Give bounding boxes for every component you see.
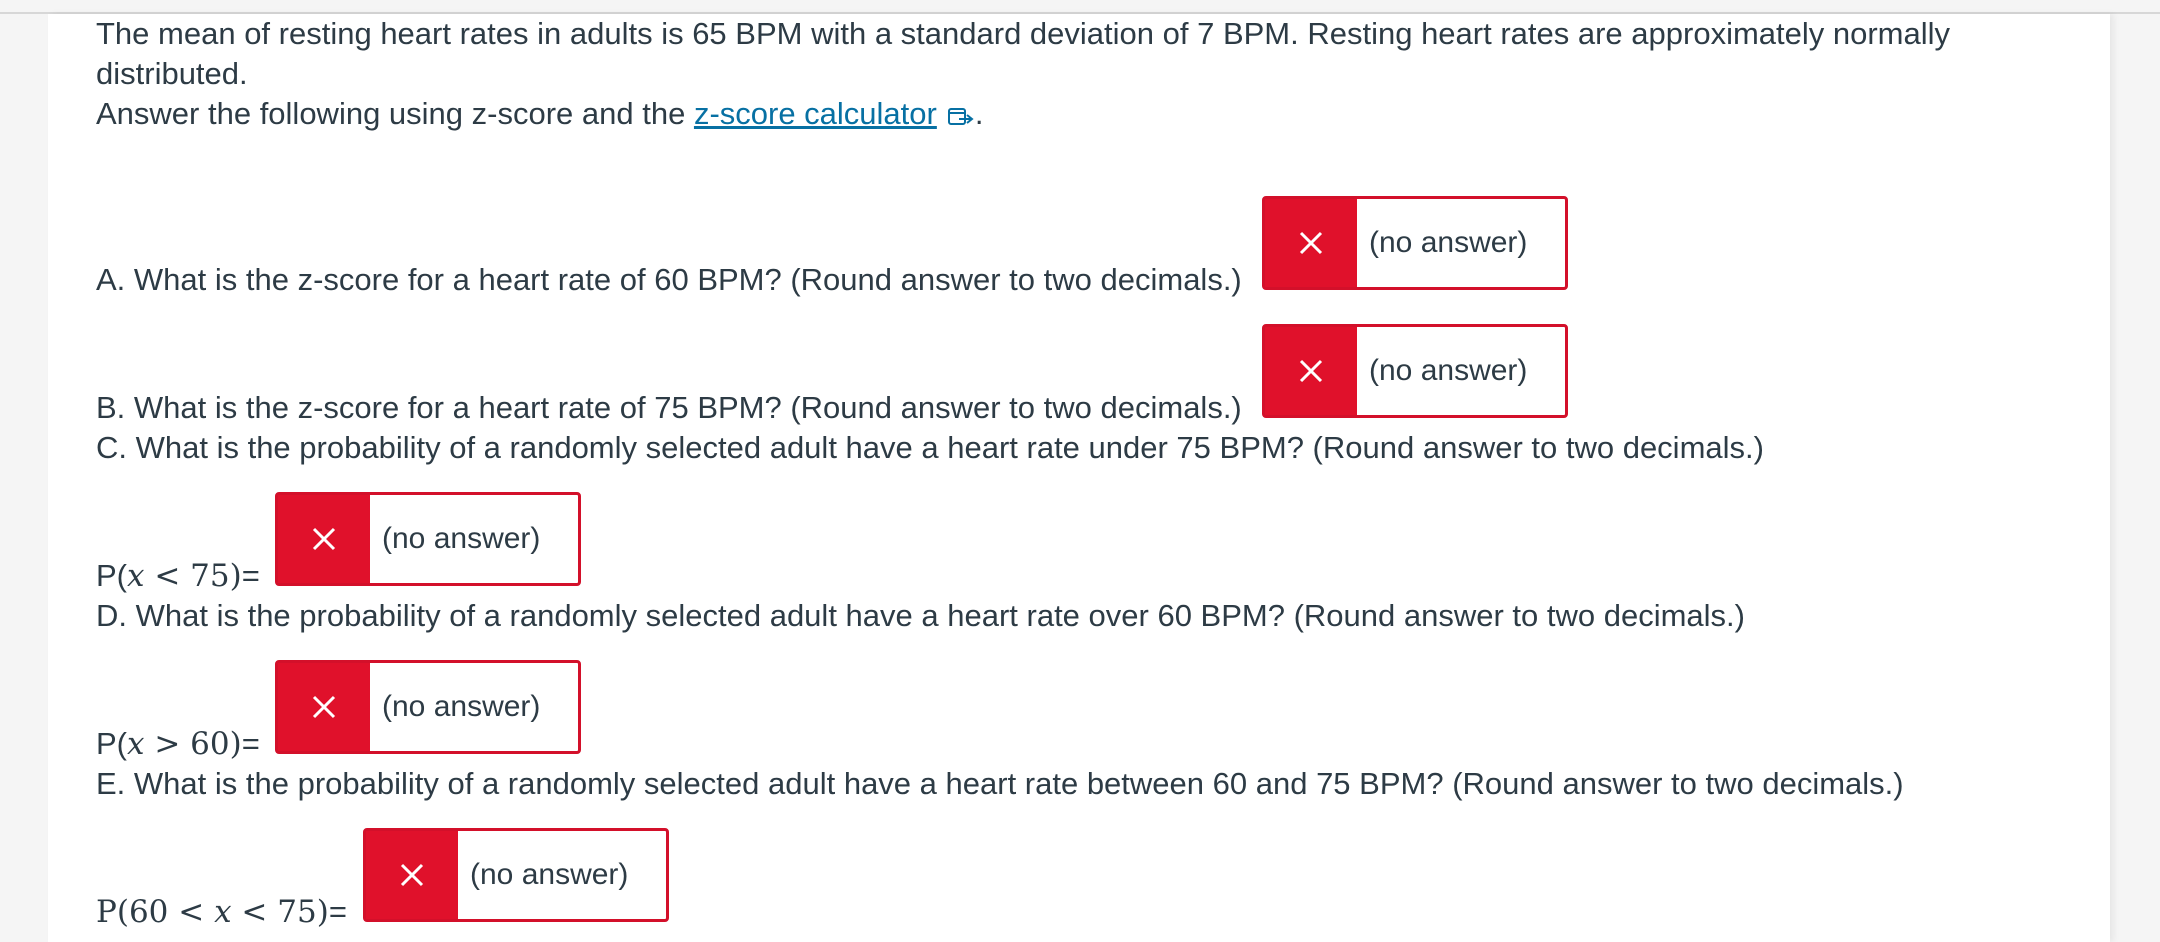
question-c-answer-box[interactable]: (no answer) bbox=[275, 492, 581, 586]
question-c-prob-label: P(x < 75)= bbox=[96, 558, 260, 594]
instruction-line: Answer the following using z-score and t… bbox=[96, 94, 983, 138]
close-icon bbox=[366, 831, 458, 919]
question-panel: The mean of resting heart rates in adult… bbox=[48, 14, 2110, 942]
question-d-answer-value: (no answer) bbox=[382, 690, 541, 723]
question-d-answer-box[interactable]: (no answer) bbox=[275, 660, 581, 754]
close-icon bbox=[278, 663, 370, 751]
question-c-text: C. What is the probability of a randomly… bbox=[96, 430, 1764, 465]
external-link-icon[interactable] bbox=[947, 98, 975, 138]
question-a-answer-value: (no answer) bbox=[1369, 226, 1528, 259]
question-a-answer-box[interactable]: (no answer) bbox=[1262, 196, 1568, 290]
question-e-prob-label: P(60 < x < 75)= bbox=[96, 894, 347, 930]
question-e-answer-value: (no answer) bbox=[470, 858, 629, 891]
question-b-text: B. What is the z-score for a heart rate … bbox=[96, 390, 1242, 425]
question-a-text: A. What is the z-score for a heart rate … bbox=[96, 262, 1242, 297]
close-icon bbox=[1265, 199, 1357, 287]
question-c-answer-value: (no answer) bbox=[382, 522, 541, 555]
intro-paragraph: The mean of resting heart rates in adult… bbox=[96, 16, 1951, 91]
question-e-text: E. What is the probability of a randomly… bbox=[96, 766, 1904, 801]
question-e-answer-box[interactable]: (no answer) bbox=[363, 828, 669, 922]
question-d-prob-label: P(x > 60)= bbox=[96, 726, 260, 762]
close-icon bbox=[1265, 327, 1357, 415]
instruction-prefix: Answer the following using z-score and t… bbox=[96, 96, 694, 131]
instruction-suffix: . bbox=[974, 96, 984, 131]
zscore-calculator-link[interactable]: z-score calculator bbox=[694, 96, 937, 131]
close-icon bbox=[278, 495, 370, 583]
question-d-text: D. What is the probability of a randomly… bbox=[96, 598, 1745, 633]
question-b-answer-value: (no answer) bbox=[1369, 354, 1528, 387]
question-b-answer-box[interactable]: (no answer) bbox=[1262, 324, 1568, 418]
